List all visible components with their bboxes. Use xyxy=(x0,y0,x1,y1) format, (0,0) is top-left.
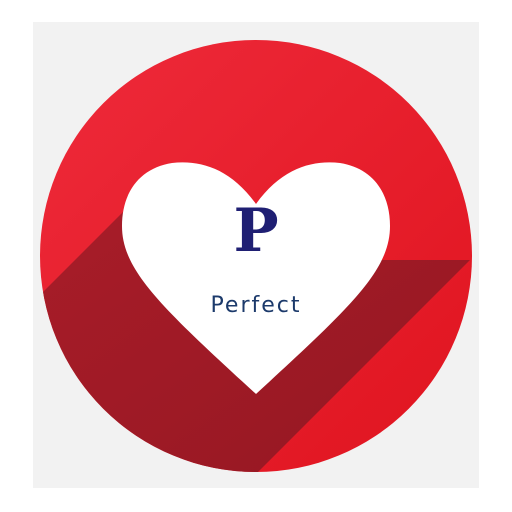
logo-wordmark: Perfect xyxy=(210,293,302,318)
logo-monogram: P xyxy=(233,196,279,266)
logo-canvas: P Perfect xyxy=(0,0,512,512)
